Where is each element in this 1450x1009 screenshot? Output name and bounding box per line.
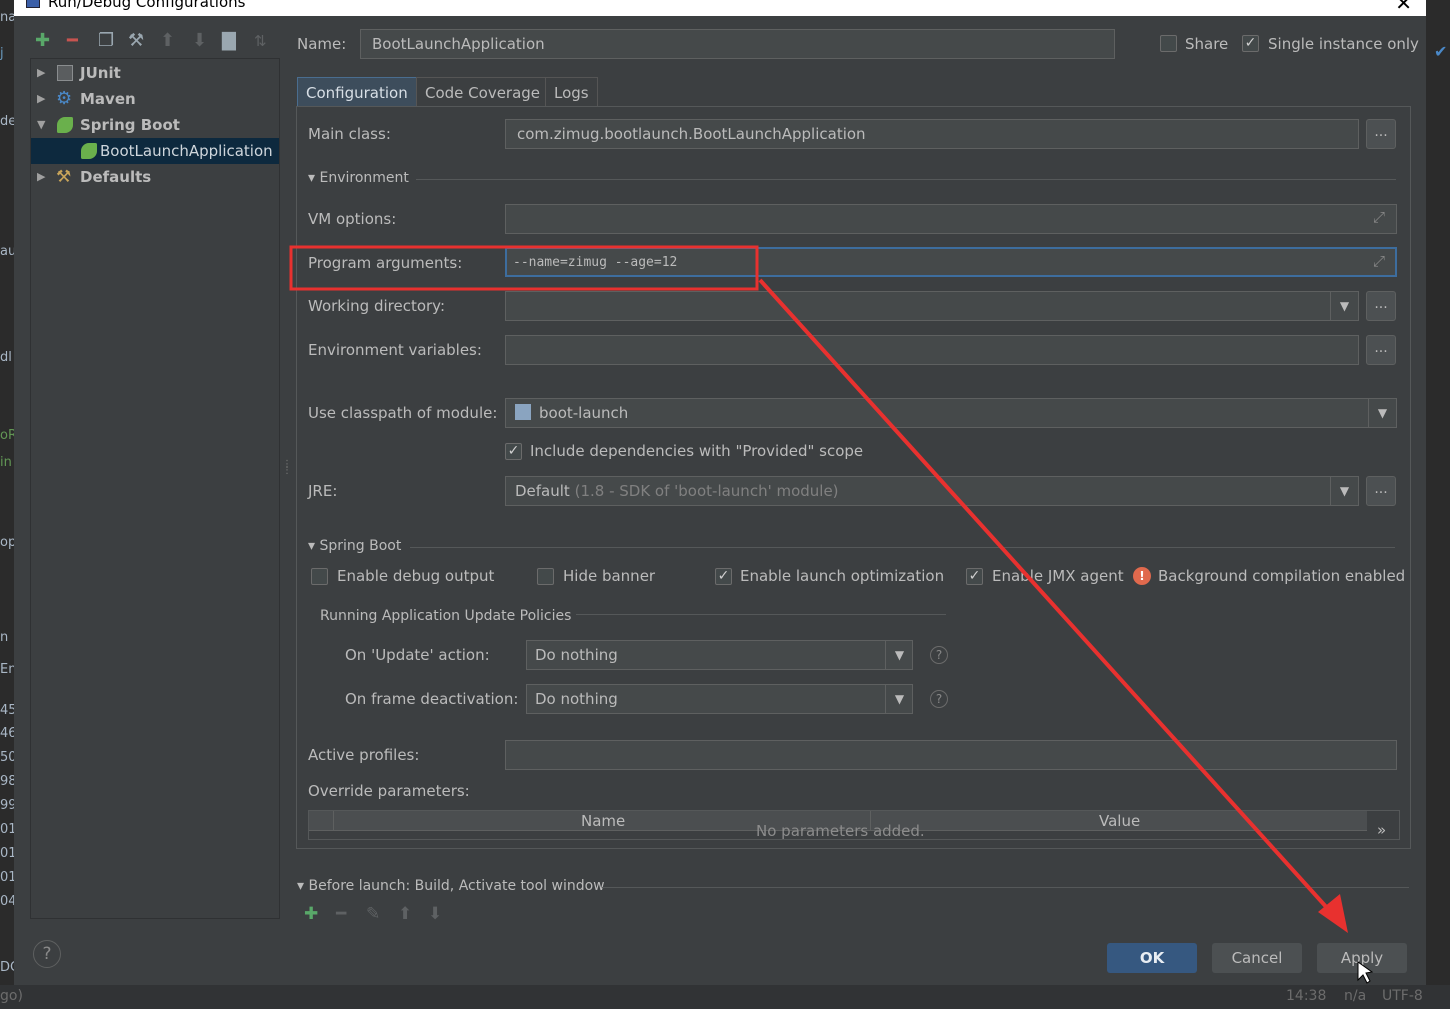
highlight-box [289,245,759,291]
annotation-arrow-line [758,278,1340,922]
annotation-arrow-head [1318,894,1348,933]
mouse-cursor-icon [1357,961,1374,984]
annotation-overlay [289,245,1374,984]
